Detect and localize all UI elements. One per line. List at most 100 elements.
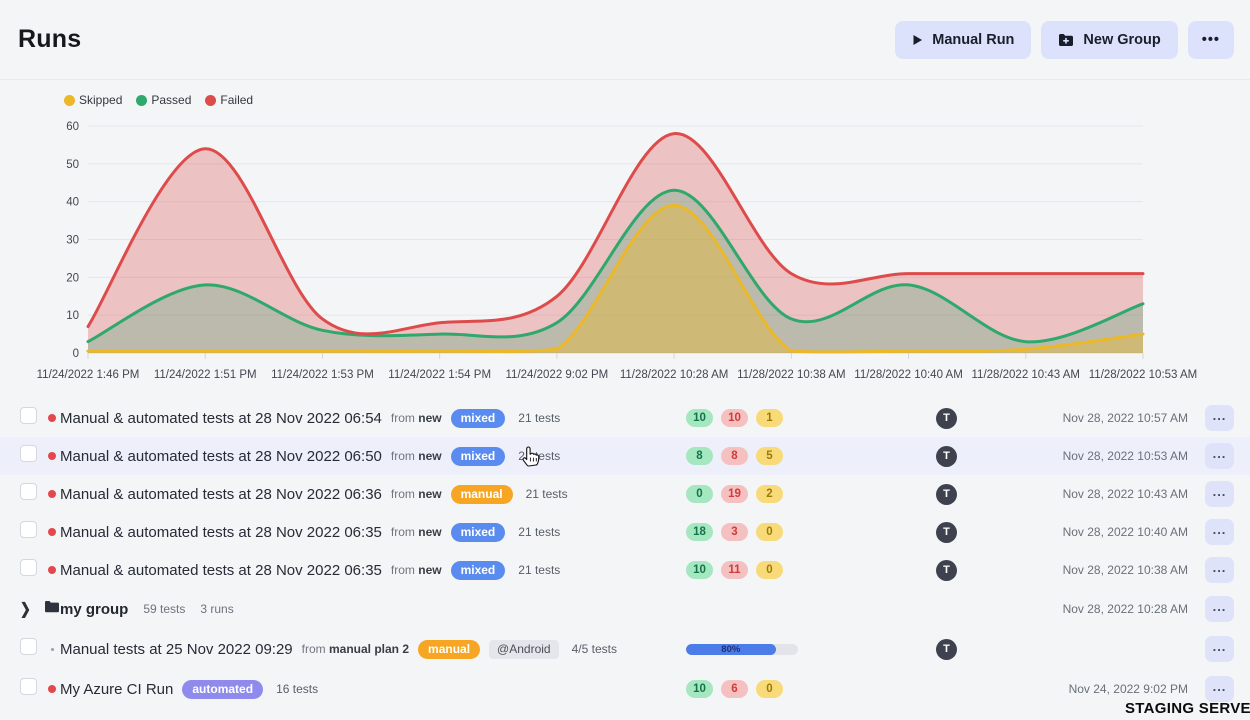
title-cell: Manual & automated tests at 28 Nov 2022 … [60, 485, 686, 504]
group-row[interactable]: ❯my group59 tests3 runsNov 28, 2022 10:2… [0, 589, 1250, 629]
manual-run-label: Manual Run [932, 32, 1014, 48]
row-more-button[interactable]: ... [1205, 636, 1234, 662]
run-type-badge: mixed [451, 523, 506, 542]
title-cell: Manual tests at 25 Nov 2022 09:29from ma… [60, 640, 686, 659]
run-title: Manual & automated tests at 28 Nov 2022 … [60, 562, 382, 579]
avatar[interactable]: T [936, 484, 957, 505]
legend-item-passed: Passed [136, 93, 191, 107]
row-checkbox[interactable] [20, 638, 37, 655]
skipped-count-pill: 2 [756, 485, 783, 503]
run-row[interactable]: Manual tests at 25 Nov 2022 09:29from ma… [0, 629, 1250, 669]
row-checkbox[interactable] [20, 521, 37, 538]
avatar[interactable]: T [936, 639, 957, 660]
run-row[interactable]: Manual & automated tests at 28 Nov 2022 … [0, 513, 1250, 551]
passed-count-pill: 18 [686, 523, 713, 541]
skipped-count-pill: 0 [756, 523, 783, 541]
row-more-button[interactable]: ... [1205, 405, 1234, 431]
failed-count-pill: 3 [721, 523, 748, 541]
row-checkbox[interactable] [20, 445, 37, 462]
failed-count-pill: 10 [721, 409, 748, 427]
group-more-cell: ... [1188, 596, 1234, 622]
passed-count-pill: 10 [686, 561, 713, 579]
run-row[interactable]: Manual & automated tests at 28 Nov 2022 … [0, 551, 1250, 589]
passed-count-pill: 8 [686, 447, 713, 465]
status-dot [48, 414, 56, 422]
run-title: Manual & automated tests at 28 Nov 2022 … [60, 524, 382, 541]
row-more-button[interactable]: ... [1205, 557, 1234, 583]
legend-label: Skipped [79, 93, 122, 107]
ellipsis-icon: ... [1213, 447, 1227, 460]
row-checkbox[interactable] [20, 483, 37, 500]
title-cell: Manual & automated tests at 28 Nov 2022 … [60, 409, 686, 428]
checkbox-cell [20, 483, 44, 505]
run-date: Nov 28, 2022 10:57 AM [1038, 411, 1188, 425]
run-tests-count: 16 tests [276, 682, 318, 696]
row-more-button[interactable]: ... [1205, 519, 1234, 545]
stats-cell: 0192 [686, 485, 936, 503]
row-checkbox[interactable] [20, 407, 37, 424]
new-group-button[interactable]: New Group [1041, 21, 1177, 59]
chart-legend: SkippedPassedFailed [64, 90, 1250, 110]
run-row[interactable]: Manual & automated tests at 28 Nov 2022 … [0, 437, 1250, 475]
group-folder-cell [44, 600, 60, 618]
row-more-button[interactable]: ... [1205, 676, 1234, 702]
stats-cell: 1060 [686, 680, 936, 698]
run-type-badge: mixed [451, 447, 506, 466]
more-cell: ... [1188, 676, 1234, 702]
avatar[interactable]: T [936, 446, 957, 467]
run-title: Manual & automated tests at 28 Nov 2022 … [60, 448, 382, 465]
run-tests-count: 21 tests [518, 449, 560, 463]
run-row[interactable]: Manual & automated tests at 28 Nov 2022 … [0, 475, 1250, 513]
row-more-button[interactable]: ... [1205, 596, 1234, 622]
status-cell [44, 685, 60, 693]
row-more-button[interactable]: ... [1205, 481, 1234, 507]
status-dot [48, 566, 56, 574]
status-dot [51, 648, 54, 651]
status-cell [44, 528, 60, 536]
run-from: from new [391, 525, 442, 539]
run-tag[interactable]: @Android [489, 640, 559, 659]
run-row[interactable]: Manual & automated tests at 28 Nov 2022 … [0, 399, 1250, 437]
row-checkbox[interactable] [20, 559, 37, 576]
ellipsis-icon: ... [1213, 409, 1227, 422]
row-more-button[interactable]: ... [1205, 443, 1234, 469]
header-more-button[interactable]: ••• [1188, 21, 1234, 59]
status-dot [48, 528, 56, 536]
y-axis-tick-label: 30 [66, 235, 79, 247]
manual-run-button[interactable]: Manual Run [895, 21, 1031, 59]
folder-plus-icon [1058, 33, 1074, 47]
avatar[interactable]: T [936, 560, 957, 581]
stats-cell: 10101 [686, 409, 936, 427]
skipped-count-pill: 0 [756, 680, 783, 698]
status-cell [44, 490, 60, 498]
title-cell: Manual & automated tests at 28 Nov 2022 … [60, 447, 686, 466]
failed-count-pill: 11 [721, 561, 748, 579]
x-axis-tick-label: 11/28/2022 10:28 AM [620, 369, 729, 381]
x-axis-tick-label: 11/28/2022 10:40 AM [854, 369, 963, 381]
run-progress-fill: 80% [686, 644, 776, 655]
run-title: Manual & automated tests at 28 Nov 2022 … [60, 410, 382, 427]
chevron-right-icon[interactable]: ❯ [20, 599, 31, 618]
checkbox-cell [20, 407, 44, 429]
avatar[interactable]: T [936, 522, 957, 543]
y-axis-tick-label: 0 [73, 348, 79, 360]
row-checkbox[interactable] [20, 678, 37, 695]
avatar-cell: T [936, 639, 1038, 660]
run-progress-bar: 80% [686, 644, 798, 655]
stats-cell: 885 [686, 447, 936, 465]
header-actions: Manual Run New Group ••• [895, 21, 1234, 59]
run-type-badge: mixed [451, 409, 506, 428]
title-cell: Manual & automated tests at 28 Nov 2022 … [60, 523, 686, 542]
run-date: Nov 28, 2022 10:43 AM [1038, 487, 1188, 501]
group-runs-count: 3 runs [200, 602, 233, 616]
run-title: Manual tests at 25 Nov 2022 09:29 [60, 641, 293, 658]
y-axis-tick-label: 60 [66, 121, 79, 133]
run-tests-count: 21 tests [526, 487, 568, 501]
run-row[interactable]: My Azure CI Runautomated16 tests1060Nov … [0, 669, 1250, 709]
run-type-badge: automated [182, 680, 263, 699]
play-icon [912, 34, 923, 46]
new-group-label: New Group [1083, 32, 1160, 48]
avatar[interactable]: T [936, 408, 957, 429]
status-dot [48, 490, 56, 498]
avatar-cell: T [936, 560, 1038, 581]
